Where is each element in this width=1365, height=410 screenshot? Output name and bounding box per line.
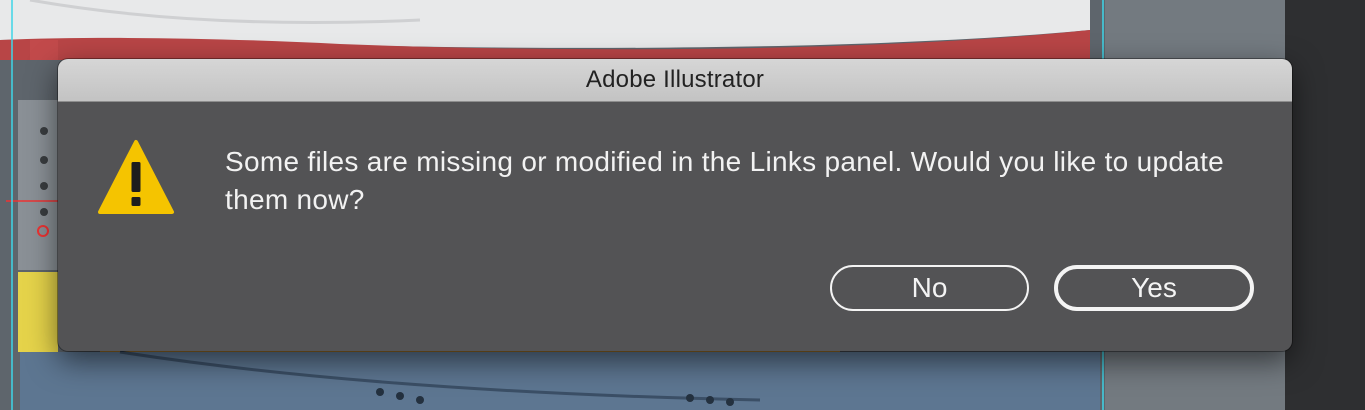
no-button[interactable]: No bbox=[830, 265, 1029, 311]
dialog-titlebar[interactable]: Adobe Illustrator bbox=[58, 59, 1292, 102]
alert-dialog: Adobe Illustrator Some files are missing… bbox=[58, 59, 1292, 351]
dialog-title: Adobe Illustrator bbox=[585, 66, 765, 93]
dialog-message: Some files are missing or modified in th… bbox=[225, 146, 1225, 215]
yes-button[interactable]: Yes bbox=[1054, 265, 1254, 311]
warning-icon bbox=[98, 140, 174, 214]
